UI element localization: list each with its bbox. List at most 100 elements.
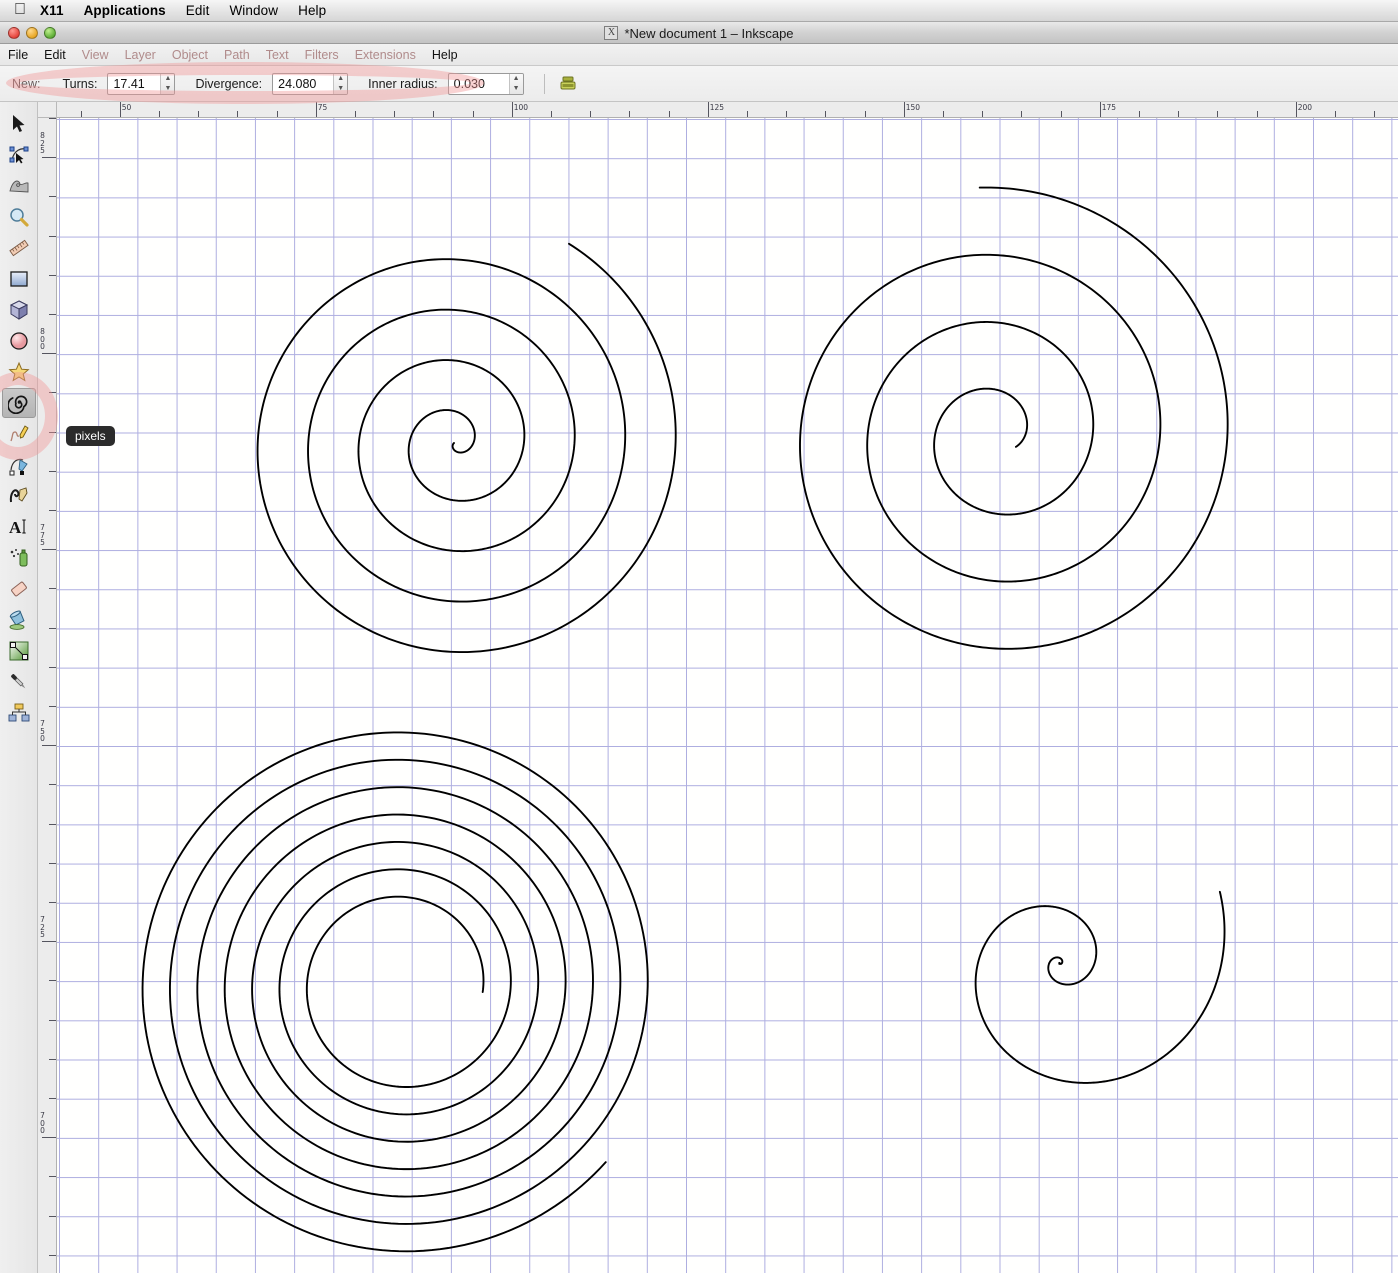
paint-bucket-tool[interactable]: [2, 605, 36, 635]
ruler-minor-tick: [1256, 111, 1258, 117]
menu-layer[interactable]: Layer: [125, 48, 156, 62]
mac-menu-item-x11[interactable]: X11: [40, 3, 64, 18]
ruler-label: 125: [709, 103, 725, 112]
cube-icon: [9, 300, 29, 320]
drawing-canvas[interactable]: [57, 118, 1398, 1273]
zoom-tool[interactable]: [2, 202, 36, 232]
selector-tool[interactable]: [2, 109, 36, 139]
window-title-bar[interactable]: X *New document 1 – Inkscape: [0, 22, 1398, 44]
menu-edit[interactable]: Edit: [44, 48, 66, 62]
divergence-stepper[interactable]: ▲ ▼: [333, 73, 348, 94]
chevron-up-icon[interactable]: ▲: [164, 75, 171, 82]
minimize-button[interactable]: [26, 26, 38, 39]
turns-label: Turns:: [62, 76, 98, 91]
ruler-minor-tick: [49, 196, 56, 198]
ruler-major-tick: [119, 102, 121, 117]
ruler-minor-tick: [1334, 111, 1336, 117]
chevron-down-icon[interactable]: ▼: [337, 85, 344, 92]
eraser-tool[interactable]: [2, 574, 36, 604]
inner-radius-stepper[interactable]: ▲ ▼: [508, 73, 523, 94]
ellipse-icon: [10, 332, 28, 350]
inner-radius-spinner[interactable]: ▲ ▼: [447, 72, 524, 95]
spray-tool[interactable]: [2, 543, 36, 573]
pencil-tool[interactable]: [2, 419, 36, 449]
pen-icon: [9, 458, 28, 476]
dropper-tool[interactable]: [2, 667, 36, 697]
menu-filters[interactable]: Filters: [305, 48, 339, 62]
connector-tool[interactable]: [2, 698, 36, 728]
menu-extensions[interactable]: Extensions: [355, 48, 416, 62]
spiral-bottom-left[interactable]: [141, 731, 649, 1253]
ruler-minor-tick: [825, 111, 827, 117]
star-tool[interactable]: [2, 357, 36, 387]
divergence-spinner[interactable]: ▲ ▼: [272, 72, 349, 95]
node-editor-tool[interactable]: [2, 140, 36, 170]
ruler-major-tick: [511, 102, 513, 117]
menu-file[interactable]: File: [8, 48, 28, 62]
ruler-minor-tick: [1021, 111, 1023, 117]
rectangle-tool[interactable]: [2, 264, 36, 294]
spiral-bottom-right[interactable]: [974, 890, 1226, 1084]
gradient-tool[interactable]: [2, 636, 36, 666]
tweak-tool[interactable]: [2, 171, 36, 201]
horizontal-ruler[interactable]: 5075100125150175200225250275300: [57, 102, 1398, 118]
ruler-minor-tick: [49, 235, 56, 237]
chevron-down-icon[interactable]: ▼: [513, 85, 520, 92]
text-tool[interactable]: A: [2, 512, 36, 542]
close-button[interactable]: [8, 26, 20, 39]
ellipse-tool[interactable]: [2, 326, 36, 356]
divergence-label: Divergence:: [195, 76, 263, 91]
measure-tool[interactable]: [2, 233, 36, 263]
spiral-top-left[interactable]: [256, 242, 677, 654]
reset-defaults-button[interactable]: [557, 73, 579, 95]
spiral-tool[interactable]: [2, 388, 36, 418]
ruler-icon: [9, 239, 29, 257]
eyedropper-icon: [11, 674, 26, 689]
turns-spinner[interactable]: ▲ ▼: [107, 72, 176, 95]
ruler-minor-tick: [550, 111, 552, 117]
inner-radius-label: Inner radius:: [368, 76, 438, 91]
divergence-input[interactable]: [273, 73, 334, 94]
menu-help[interactable]: Help: [432, 48, 458, 62]
box3d-tool[interactable]: [2, 295, 36, 325]
ruler-minor-tick: [49, 510, 56, 511]
zoom-button[interactable]: [44, 26, 56, 39]
ruler-minor-tick: [276, 111, 278, 117]
mac-menu-item-help[interactable]: Help: [298, 3, 326, 18]
menu-object[interactable]: Object: [172, 48, 208, 62]
chevron-up-icon[interactable]: ▲: [513, 75, 520, 82]
turns-stepper[interactable]: ▲ ▼: [160, 73, 175, 94]
connector-icon: [8, 703, 30, 722]
pencil-icon: [10, 425, 29, 442]
inner-radius-input[interactable]: [448, 73, 509, 94]
calligraphy-tool[interactable]: [2, 481, 36, 511]
text-A-icon: A: [9, 518, 26, 537]
bezier-tool[interactable]: [2, 450, 36, 480]
calligraphy-icon: [9, 487, 28, 503]
menu-path[interactable]: Path: [224, 48, 250, 62]
ruler-minor-tick: [864, 111, 866, 117]
spiral-top-right[interactable]: [799, 186, 1229, 650]
ruler-minor-tick: [354, 111, 356, 117]
ruler-minor-tick: [237, 111, 239, 117]
ruler-major-tick: [315, 102, 317, 117]
ruler-minor-tick: [472, 111, 474, 117]
chevron-down-icon[interactable]: ▼: [164, 85, 171, 92]
chevron-up-icon[interactable]: ▲: [337, 75, 344, 82]
menu-text[interactable]: Text: [266, 48, 289, 62]
apple-icon[interactable]: : [14, 1, 26, 18]
spiral-objects-layer: [141, 186, 1229, 1253]
menu-view[interactable]: View: [82, 48, 109, 62]
ruler-label: 8 2 5: [40, 131, 45, 156]
ruler-minor-tick: [49, 118, 56, 119]
mac-menu-item-edit[interactable]: Edit: [186, 3, 210, 18]
node-editor-icon: [9, 146, 29, 164]
ruler-minor-tick: [1060, 111, 1062, 117]
ruler-minor-tick: [49, 784, 56, 786]
ruler-minor-tick: [198, 111, 200, 117]
mac-menu-item-applications[interactable]: Applications: [84, 3, 166, 18]
mac-menu-item-window[interactable]: Window: [229, 3, 278, 18]
ruler-minor-tick: [49, 1058, 56, 1060]
vertical-ruler[interactable]: 8 2 58 0 07 7 57 5 07 2 57 0 06 7 56 5 0…: [38, 118, 57, 1273]
turns-input[interactable]: [108, 73, 161, 94]
